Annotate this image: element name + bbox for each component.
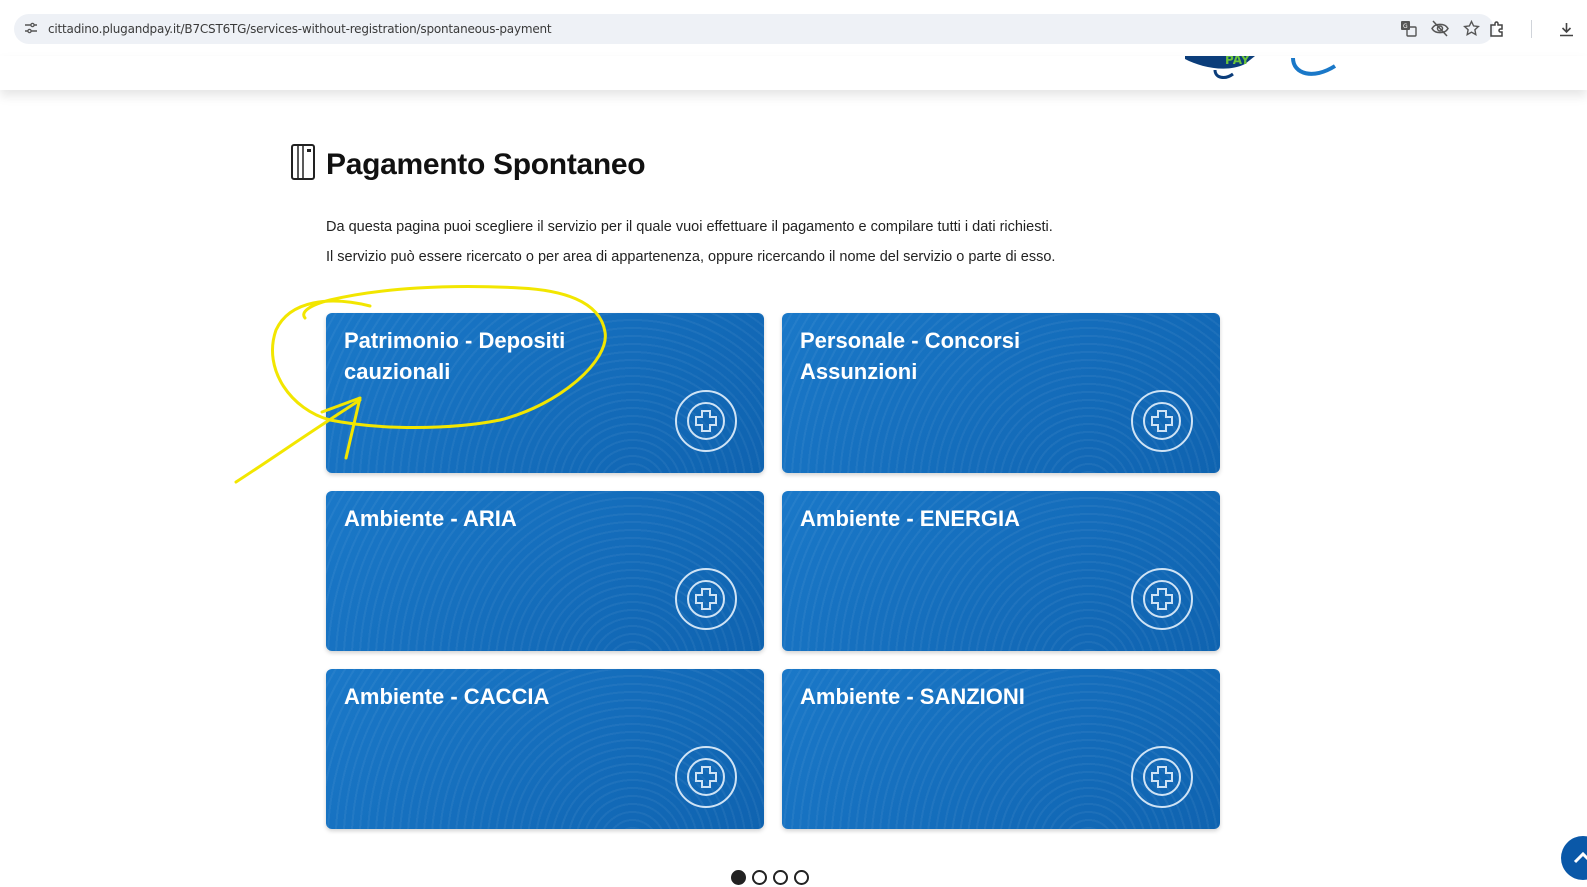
service-card-caccia[interactable]: Ambiente - CACCIA	[326, 669, 764, 829]
page-dot-4[interactable]	[794, 870, 809, 885]
payment-card-icon	[290, 143, 316, 186]
logo-text: PAY	[1225, 56, 1250, 67]
star-icon[interactable]	[1463, 20, 1480, 37]
site-info-icon[interactable]	[14, 22, 48, 37]
service-card-aria[interactable]: Ambiente - ARIA	[326, 491, 764, 651]
add-service-icon	[1126, 563, 1198, 635]
eye-off-icon[interactable]	[1431, 20, 1449, 37]
add-service-icon	[1126, 741, 1198, 813]
intro-line-1: Da questa pagina puoi scegliere il servi…	[326, 219, 1053, 235]
toolbar-divider	[1531, 20, 1532, 38]
page-title: Pagamento Spontaneo	[326, 147, 646, 181]
svg-text:G: G	[1403, 23, 1408, 30]
scroll-to-top-button[interactable]	[1561, 836, 1587, 880]
plugandpay-logo[interactable]: PAY	[1180, 53, 1365, 90]
add-service-icon	[670, 385, 742, 457]
service-card-title: Ambiente - SANZIONI	[800, 684, 1025, 709]
service-card-patrimonio[interactable]: Patrimonio - Depositi cauzionali	[326, 313, 764, 473]
service-card-title: Ambiente - ARIA	[344, 506, 517, 531]
chevron-up-icon	[1573, 851, 1587, 864]
extensions-icon[interactable]	[1488, 20, 1505, 38]
service-card-title: Patrimonio - Depositi cauzionali	[344, 328, 566, 384]
address-bar[interactable]: cittadino.plugandpay.it/B7CST6TG/service…	[14, 14, 1494, 44]
service-grid: Patrimonio - Depositi cauzionali Persona…	[326, 313, 1220, 829]
site-header: PAY	[0, 53, 1587, 90]
service-card-title: Ambiente - CACCIA	[344, 684, 550, 709]
page-intro: Da questa pagina puoi scegliere il servi…	[326, 212, 1226, 272]
translate-icon[interactable]: G	[1400, 20, 1417, 37]
service-card-sanzioni[interactable]: Ambiente - SANZIONI	[782, 669, 1220, 829]
page-dot-3[interactable]	[773, 870, 788, 885]
page-dot-2[interactable]	[752, 870, 767, 885]
add-service-icon	[670, 741, 742, 813]
url-text: cittadino.plugandpay.it/B7CST6TG/service…	[48, 22, 552, 36]
service-card-title: Personale - Concorsi Assunzioni	[800, 328, 1021, 384]
browser-toolbar: cittadino.plugandpay.it/B7CST6TG/service…	[0, 0, 1587, 56]
page-dot-1[interactable]	[731, 870, 746, 885]
service-card-energia[interactable]: Ambiente - ENERGIA	[782, 491, 1220, 651]
add-service-icon	[670, 563, 742, 635]
download-icon[interactable]	[1558, 21, 1575, 38]
carousel-pagination	[731, 870, 809, 885]
service-card-personale[interactable]: Personale - Concorsi Assunzioni	[782, 313, 1220, 473]
service-card-title: Ambiente - ENERGIA	[800, 506, 1021, 531]
intro-line-2: Il servizio può essere ricercato o per a…	[326, 249, 1056, 265]
add-service-icon	[1126, 385, 1198, 457]
page-heading: Pagamento Spontaneo	[290, 143, 646, 186]
